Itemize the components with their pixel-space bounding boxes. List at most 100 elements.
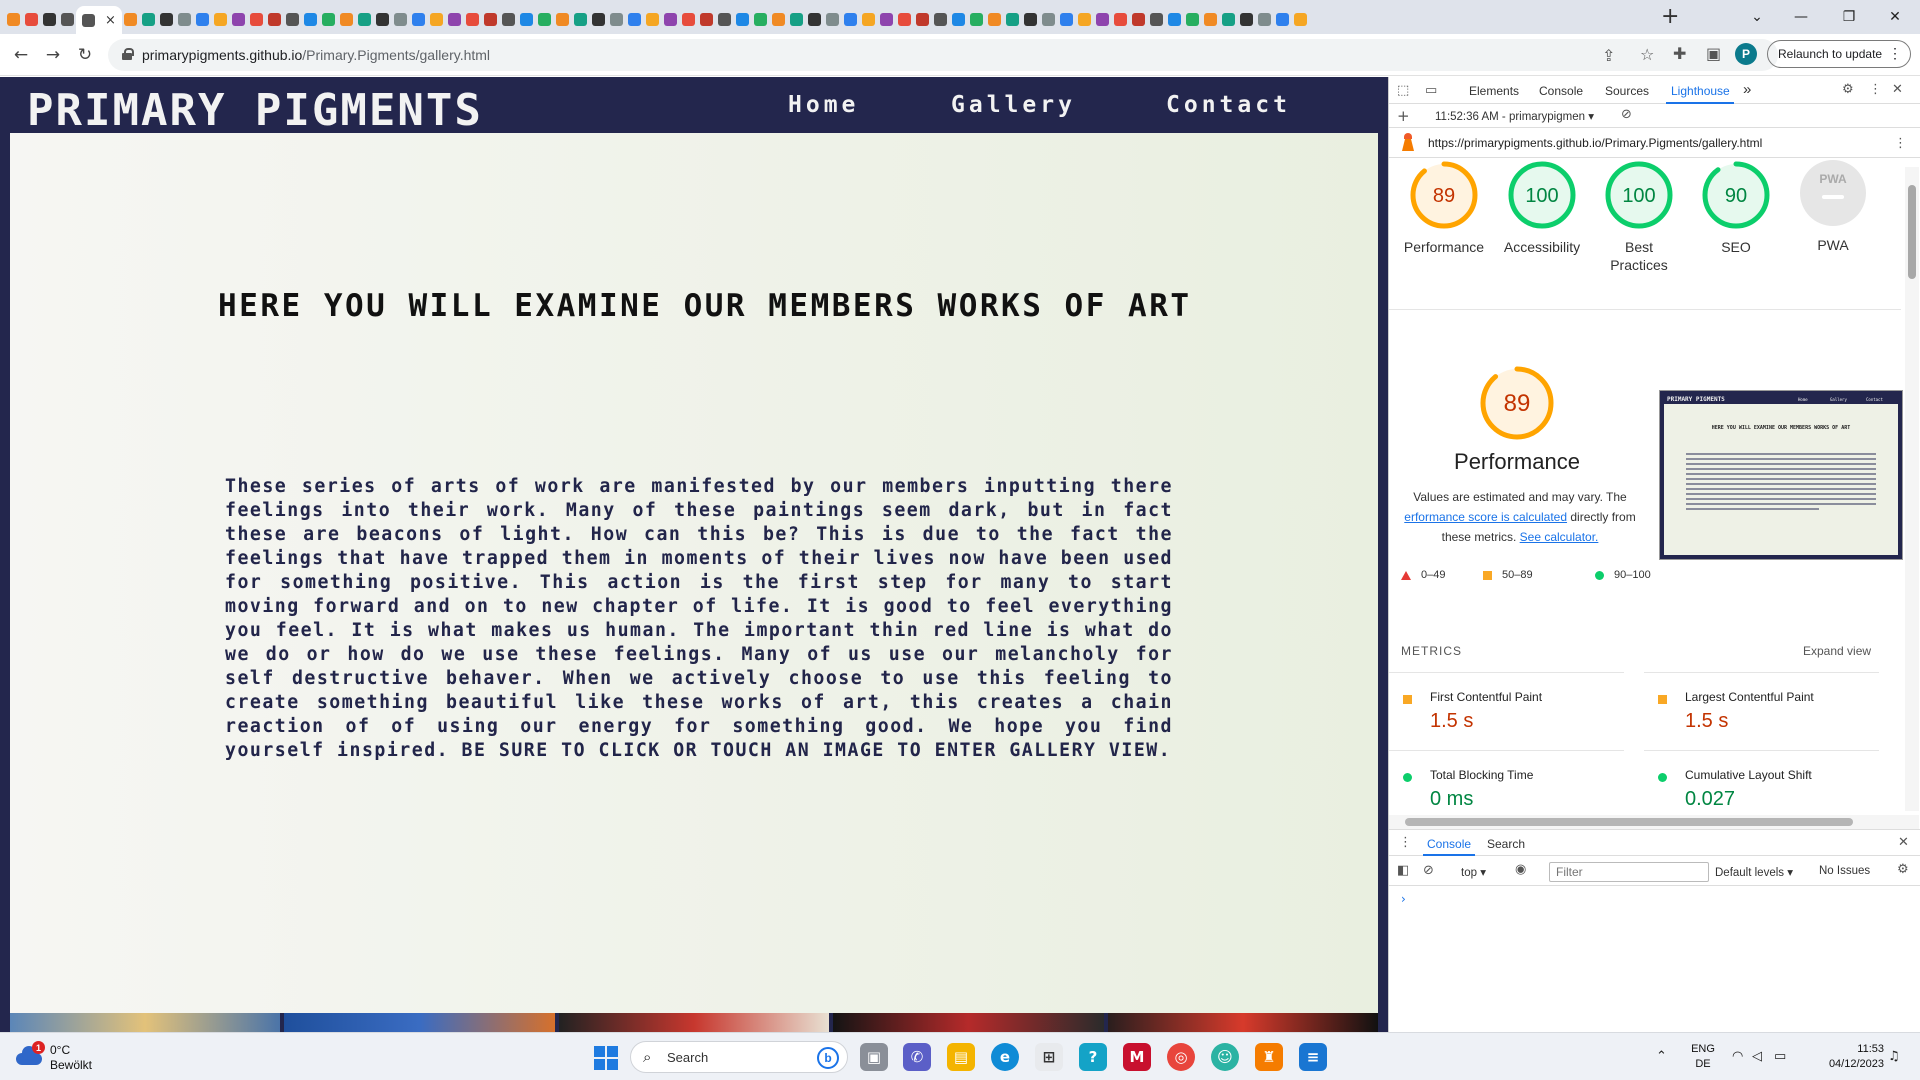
weather-text[interactable]: 0°C Bewölkt (50, 1043, 92, 1073)
gallery-image[interactable] (284, 1013, 555, 1032)
back-icon[interactable]: ← (8, 42, 34, 68)
tab-favicon-icon[interactable] (968, 8, 986, 30)
more-tabs-icon[interactable]: » (1743, 81, 1751, 98)
help-icon[interactable]: ? (1079, 1043, 1107, 1071)
companion-icon[interactable]: ☺ (1211, 1043, 1239, 1071)
clear-console-icon[interactable]: ⊘ (1423, 863, 1434, 878)
nav-gallery-link[interactable]: Gallery (951, 92, 1076, 118)
device-toolbar-icon[interactable]: ▭ (1425, 83, 1437, 98)
tab-favicon-icon[interactable] (662, 8, 680, 30)
tab-favicon-icon[interactable] (374, 8, 392, 30)
tab-favicon-icon[interactable] (140, 8, 158, 30)
score-gauge-best-practices[interactable]: 100 Best Practices (1590, 160, 1688, 274)
tab-favicon-icon[interactable] (1094, 8, 1112, 30)
tab-favicon-icon[interactable] (1040, 8, 1058, 30)
wifi-icon[interactable]: ◠ (1732, 1049, 1743, 1064)
tab-favicon-icon[interactable] (392, 8, 410, 30)
tab-favicon-icon[interactable] (896, 8, 914, 30)
tab-favicon-icon[interactable] (176, 8, 194, 30)
notification-bell-icon[interactable]: ♫ (1888, 1049, 1900, 1064)
start-button[interactable] (594, 1046, 618, 1070)
tab-favicon-icon[interactable] (1004, 8, 1022, 30)
tab-favicon-icon[interactable] (770, 8, 788, 30)
score-gauge-seo[interactable]: 90 SEO (1687, 160, 1785, 256)
profile-avatar[interactable]: P (1735, 43, 1757, 65)
gallery-image[interactable] (558, 1013, 830, 1032)
tab-favicon-icon[interactable] (212, 8, 230, 30)
tab-favicon-icon[interactable] (518, 8, 536, 30)
teams-chat-icon[interactable]: ✆ (903, 1043, 931, 1071)
share-icon[interactable]: ⇪ (1602, 46, 1615, 65)
tab-favicon-icon[interactable] (1112, 8, 1130, 30)
forward-icon[interactable]: → (40, 42, 66, 68)
tab-favicon-icon[interactable] (410, 8, 428, 30)
tab-favicon-icon[interactable] (1148, 8, 1166, 30)
tab-favicon-icon[interactable] (266, 8, 284, 30)
more-menu-icon[interactable]: ⋮ (1888, 45, 1902, 62)
score-gauge-accessibility[interactable]: 100 Accessibility (1493, 160, 1591, 256)
tab-favicon-icon[interactable] (986, 8, 1004, 30)
edge-icon[interactable]: e (991, 1043, 1019, 1071)
tab-favicon-icon[interactable] (1274, 8, 1292, 30)
tab-favicon-icon[interactable] (734, 8, 752, 30)
tab-favicon-icon[interactable] (428, 8, 446, 30)
volume-icon[interactable]: ◁ (1752, 1049, 1762, 1064)
tab-favicon-icon[interactable] (644, 8, 662, 30)
tab-favicon-icon[interactable] (572, 8, 590, 30)
tab-favicon-icon[interactable] (1292, 8, 1310, 30)
tab-favicon-icon[interactable] (536, 8, 554, 30)
gallery-image[interactable] (1107, 1013, 1379, 1032)
settings-gear-icon[interactable]: ⚙ (1842, 82, 1854, 97)
bookmark-star-icon[interactable]: ☆ (1640, 45, 1654, 64)
tab-favicon-icon[interactable] (464, 8, 482, 30)
final-screenshot[interactable]: PRIMARY PIGMENTS Home Gallery Contact HE… (1659, 390, 1903, 560)
tab-favicon-icon[interactable] (58, 8, 76, 30)
tab-sources[interactable]: Sources (1605, 84, 1649, 98)
tab-favicon-icon[interactable] (1202, 8, 1220, 30)
tab-favicon-icon[interactable] (194, 8, 212, 30)
chrome-icon[interactable]: ◎ (1167, 1043, 1195, 1071)
battery-icon[interactable]: ▭ (1774, 1049, 1786, 1064)
tab-favicon-icon[interactable] (248, 8, 266, 30)
close-tab-icon[interactable]: × (105, 13, 116, 28)
report-url[interactable]: https://primarypigments.github.io/Primar… (1428, 136, 1762, 150)
tab-favicon-icon[interactable] (1184, 8, 1202, 30)
scrollbar-thumb[interactable] (1405, 818, 1853, 826)
horizontal-scrollbar[interactable] (1389, 815, 1919, 829)
tab-favicon-icon[interactable] (950, 8, 968, 30)
close-devtools-icon[interactable]: ✕ (1892, 82, 1903, 97)
site-logo[interactable]: PRIMARY PIGMENTS (27, 85, 483, 136)
new-tab-button[interactable]: + (1661, 4, 1679, 29)
tab-favicon-icon[interactable] (752, 8, 770, 30)
url-text[interactable]: primarypigments.github.io/Primary.Pigmen… (142, 47, 490, 63)
tray-overflow-icon[interactable]: ⌃ (1656, 1049, 1667, 1064)
tab-favicon-icon[interactable] (446, 8, 464, 30)
expand-view-toggle[interactable]: Expand view (1803, 644, 1871, 658)
inspect-element-icon[interactable]: ⬚ (1397, 83, 1409, 98)
lock-icon[interactable] (122, 48, 134, 60)
active-tab[interactable]: × (76, 6, 122, 34)
tab-favicon-icon[interactable] (1166, 8, 1184, 30)
tab-favicon-icon[interactable] (230, 8, 248, 30)
tab-favicon-icon[interactable] (1076, 8, 1094, 30)
notepad-icon[interactable]: ≡ (1299, 1043, 1327, 1071)
score-calculated-link[interactable]: erformance score is calculated (1404, 510, 1567, 524)
tab-favicon-icon[interactable] (878, 8, 896, 30)
performance-gauge[interactable]: 89 (1479, 365, 1555, 441)
tab-favicon-icon[interactable] (1058, 8, 1076, 30)
clear-reports-icon[interactable]: ⊘ (1621, 107, 1632, 122)
eye-icon[interactable]: ◉ (1515, 862, 1526, 877)
tab-favicon-icon[interactable] (122, 8, 140, 30)
tab-favicon-icon[interactable] (4, 8, 22, 30)
devtools-menu-icon[interactable]: ⋮ (1869, 82, 1882, 97)
vertical-scrollbar[interactable] (1905, 167, 1919, 811)
close-drawer-icon[interactable]: ✕ (1898, 835, 1909, 850)
tab-favicon-icon[interactable] (698, 8, 716, 30)
tab-favicon-icon[interactable] (824, 8, 842, 30)
tab-favicon-icon[interactable] (716, 8, 734, 30)
clock[interactable]: 11:53 04/12/2023 (1800, 1042, 1884, 1072)
task-view-icon[interactable]: ▣ (860, 1043, 888, 1071)
relaunch-to-update-button[interactable]: Relaunch to update ⋮ (1767, 40, 1911, 68)
tab-favicon-icon[interactable] (590, 8, 608, 30)
tab-favicon-icon[interactable] (608, 8, 626, 30)
